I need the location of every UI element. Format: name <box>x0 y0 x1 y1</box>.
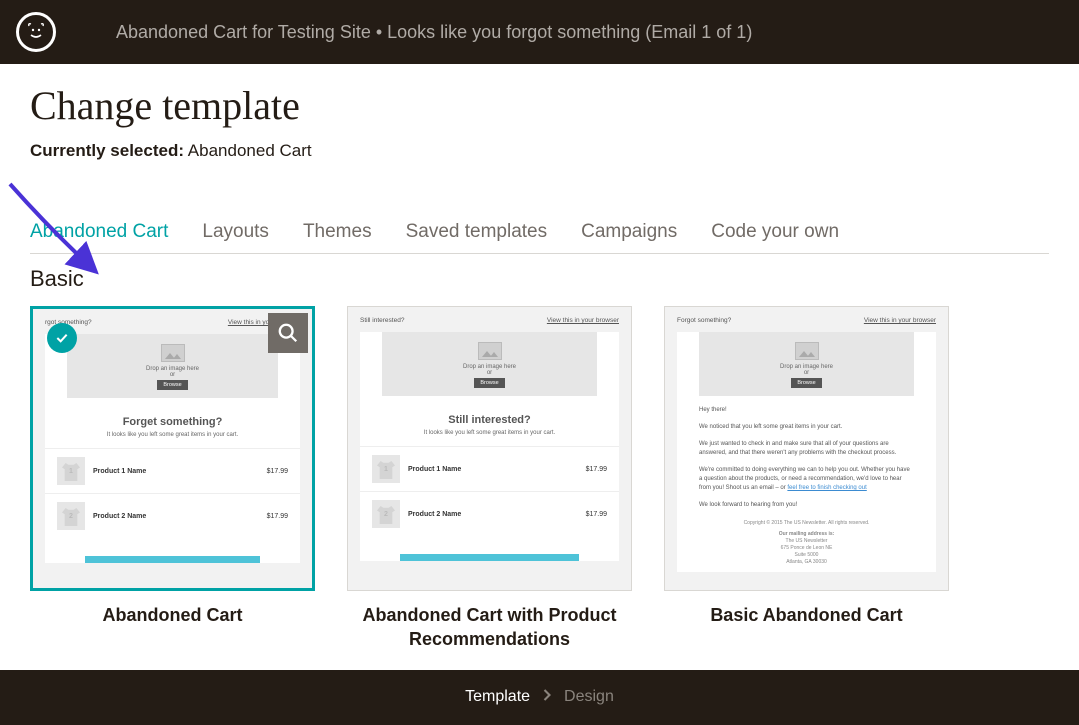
tab-layouts[interactable]: Layouts <box>202 221 269 253</box>
tab-abandoned-cart[interactable]: Abandoned Cart <box>30 221 168 253</box>
template-preview: Still interested? View this in your brow… <box>348 307 631 590</box>
template-name: Abandoned Cart with Product Recommendati… <box>347 603 632 652</box>
preview-subject: Still interested? <box>360 317 404 324</box>
template-name: Abandoned Cart <box>30 603 315 627</box>
step-template[interactable]: Template <box>465 688 530 706</box>
image-placeholder-icon <box>161 344 185 362</box>
selected-check-icon <box>47 323 77 353</box>
header-title: Abandoned Cart for Testing Site • Looks … <box>116 22 752 43</box>
tab-saved-templates[interactable]: Saved templates <box>406 221 548 253</box>
brand-logo[interactable] <box>16 12 56 52</box>
template-card-abandoned-cart-recs[interactable]: Still interested? View this in your brow… <box>347 306 632 591</box>
tab-themes[interactable]: Themes <box>303 221 372 253</box>
tab-code-your-own[interactable]: Code your own <box>711 221 839 253</box>
magnify-icon <box>277 322 299 344</box>
template-grid: rgot something? View this in your browse… <box>30 306 1049 652</box>
preview-view-browser: View this in your browser <box>864 317 936 324</box>
preview-zoom-button[interactable] <box>268 313 308 353</box>
image-placeholder-icon <box>478 342 502 360</box>
step-bar: Template Design <box>0 670 1079 725</box>
section-title: Basic <box>30 266 1049 292</box>
chevron-right-icon <box>542 688 552 707</box>
template-preview: Forgot something? View this in your brow… <box>665 307 948 590</box>
template-card-basic-abandoned-cart[interactable]: Forgot something? View this in your brow… <box>664 306 949 591</box>
image-placeholder-icon <box>795 342 819 360</box>
tab-campaigns[interactable]: Campaigns <box>581 221 677 253</box>
tab-bar: Abandoned Cart Layouts Themes Saved temp… <box>30 221 1049 254</box>
template-card-abandoned-cart[interactable]: rgot something? View this in your browse… <box>30 306 315 591</box>
template-name: Basic Abandoned Cart <box>664 603 949 627</box>
currently-selected-value: Abandoned Cart <box>188 141 312 160</box>
top-bar: Abandoned Cart for Testing Site • Looks … <box>0 0 1079 64</box>
page-title: Change template <box>30 82 1049 129</box>
preview-view-browser: View this in your browser <box>547 317 619 324</box>
preview-subject: Forgot something? <box>677 317 731 324</box>
currently-selected-label: Currently selected: <box>30 141 184 160</box>
currently-selected-row: Currently selected: Abandoned Cart <box>30 141 1049 161</box>
step-design[interactable]: Design <box>564 688 614 706</box>
monkey-icon <box>24 20 48 44</box>
